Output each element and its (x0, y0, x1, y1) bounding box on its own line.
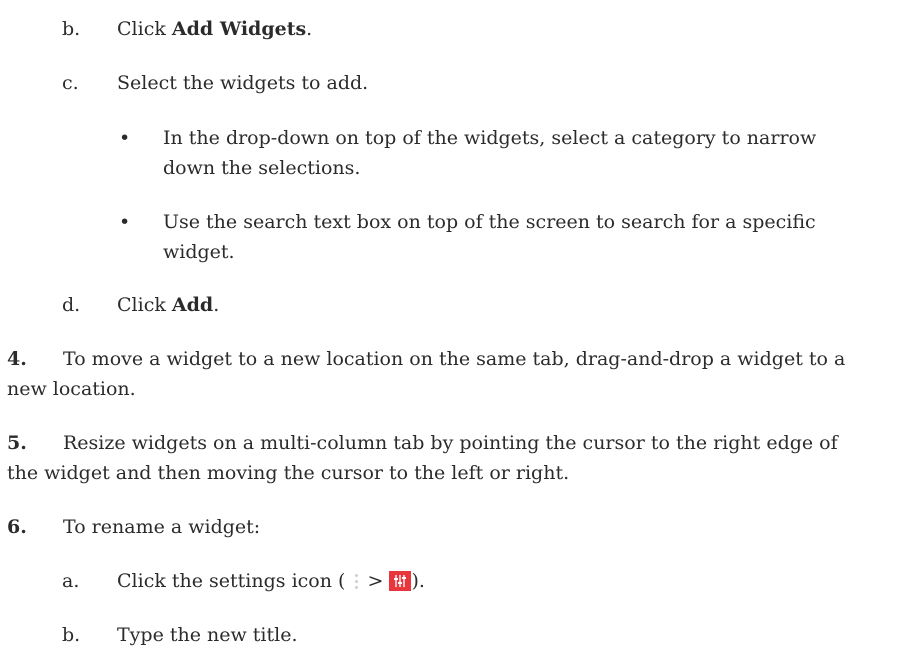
step-b-add-widgets: Click Add Widgets. (117, 14, 312, 44)
step-text-suffix: . (213, 294, 220, 316)
step5-line1: Resize widgets on a multi-column tab by … (63, 432, 838, 454)
step-text: Click (117, 294, 172, 316)
step-text: Click (117, 18, 172, 40)
step4-line1: To move a widget to a new location on th… (63, 348, 846, 370)
bullet-marker: • (119, 211, 131, 233)
step-number-6: 6. (7, 516, 27, 538)
settings-sliders-icon (389, 571, 412, 591)
step-c-select-widgets: Select the widgets to add. (117, 72, 369, 94)
bullet-category-line1: In the drop-down on top of the widgets, … (163, 127, 817, 149)
step-d-click-add: Click Add. (117, 290, 219, 320)
ui-term-add: Add (171, 294, 214, 316)
step-number-5: 5. (7, 432, 27, 454)
step4-line2: new location. (7, 378, 136, 400)
step-text: Click the settings icon ( (117, 570, 346, 592)
step-marker-a: a. (62, 570, 80, 592)
step-a-settings-icon: Click the settings icon ( > ). (117, 566, 425, 596)
step5-line2: the widget and then moving the cursor to… (7, 462, 570, 484)
step-marker-d: d. (62, 294, 81, 316)
bullet-marker: • (119, 127, 131, 149)
more-vertical-icon (351, 572, 361, 590)
bullet-category-line2: down the selections. (163, 157, 361, 179)
step6-rename-widget: To rename a widget: (63, 516, 261, 538)
step-marker-c: c. (62, 72, 79, 94)
bullet-search-line2: widget. (163, 241, 235, 263)
ui-term-add-widgets: Add Widgets (171, 18, 307, 40)
bullet-search-line1: Use the search text box on top of the sc… (163, 211, 816, 233)
step-number-4: 4. (7, 348, 27, 370)
arrow-separator: > (367, 570, 384, 592)
step-text-suffix: ). (411, 570, 425, 592)
step-marker-b: b. (62, 18, 81, 40)
step-text-suffix: . (306, 18, 313, 40)
